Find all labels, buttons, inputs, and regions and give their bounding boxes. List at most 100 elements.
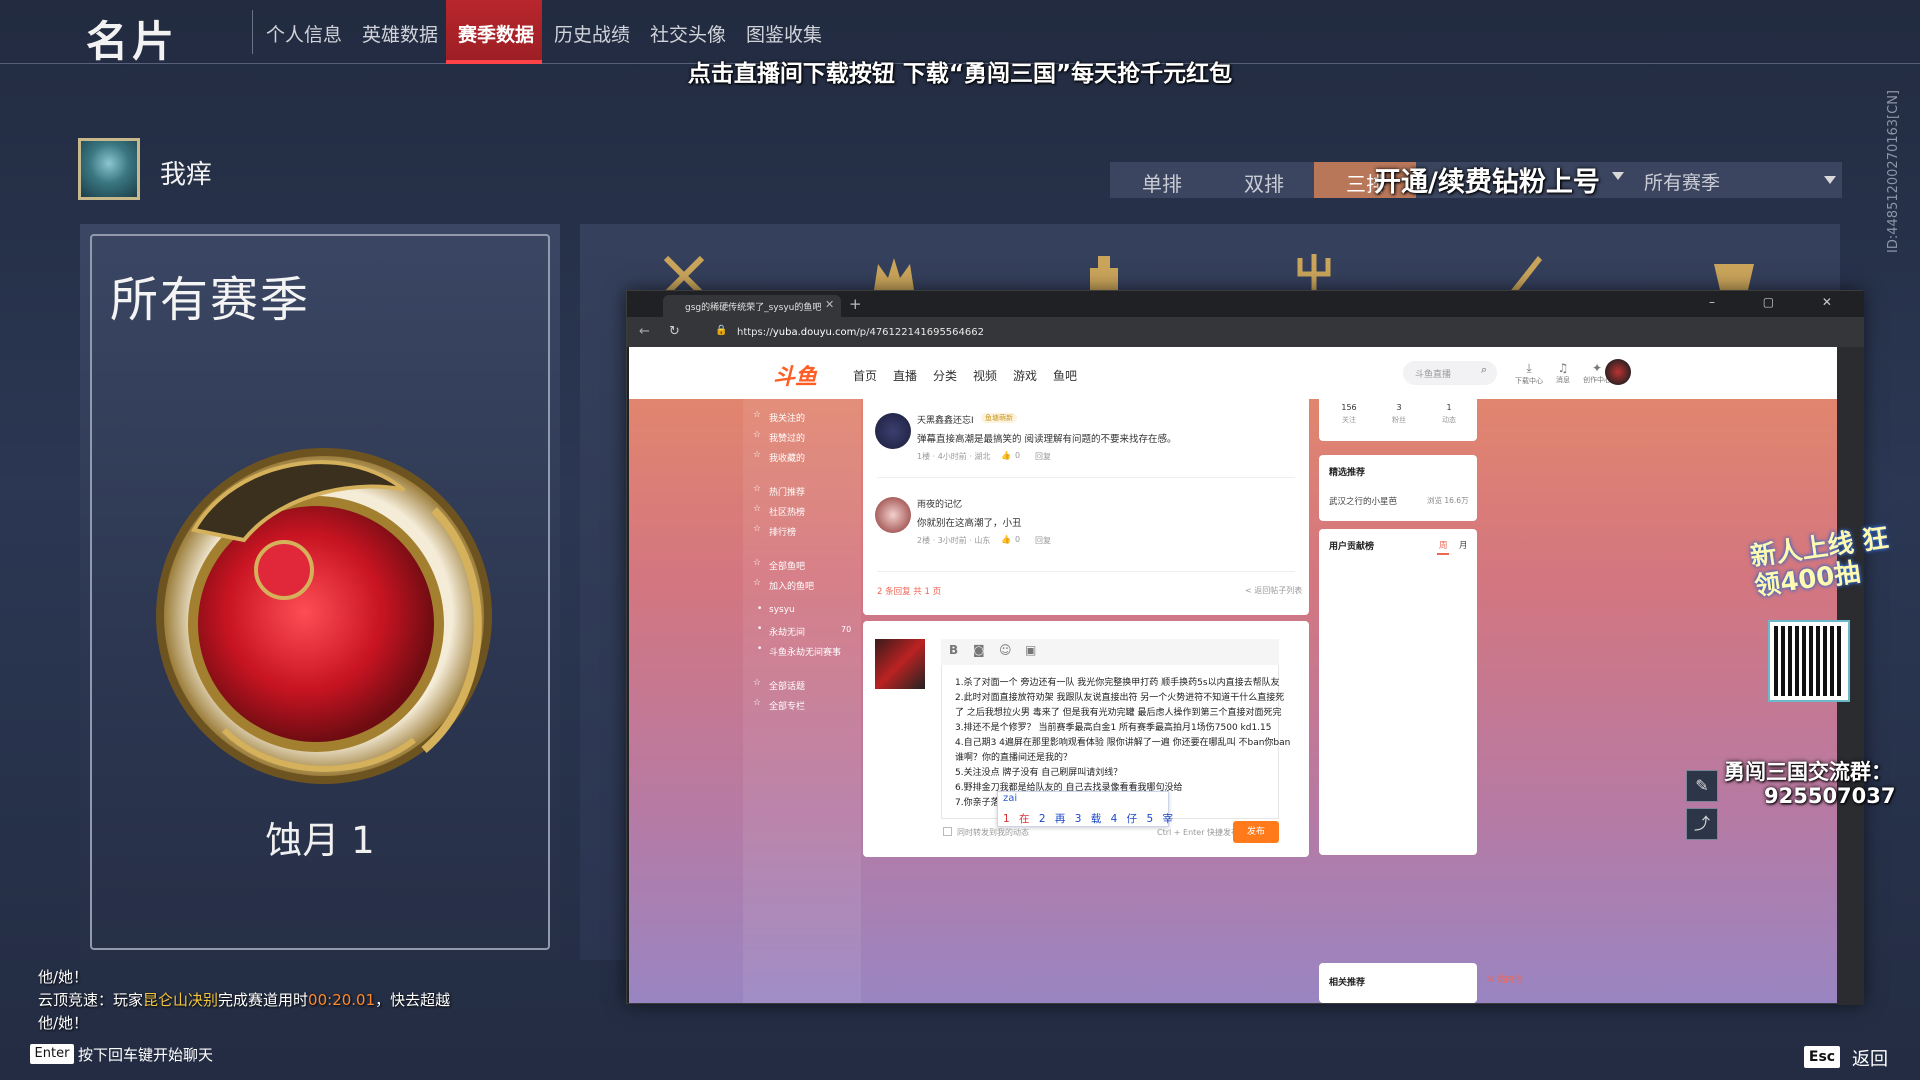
menu-all-columns[interactable]: 全部专栏: [753, 698, 805, 712]
tab-social-avatar[interactable]: 社交头像: [650, 20, 726, 47]
lock-icon: 🔒: [715, 325, 728, 336]
ime-candidate[interactable]: 4 仔: [1111, 813, 1138, 825]
ime-candidate[interactable]: 5 宰: [1147, 813, 1174, 825]
like-count: 0: [1015, 451, 1021, 460]
menu-following[interactable]: 我关注的: [753, 410, 805, 424]
publish-button[interactable]: 发布: [1233, 821, 1279, 843]
chat-line: 他/她！: [38, 1014, 89, 1032]
search-icon[interactable]: ⌕: [1481, 363, 1487, 377]
edit-icon[interactable]: ✎: [1686, 770, 1718, 802]
editor-line: 3.排还不是个修罗？ 当前赛季最高白金1 所有赛季最高拍月1场伤7500 kd1…: [955, 723, 1272, 733]
esc-key-icon[interactable]: Esc: [1804, 1046, 1840, 1068]
like-icon[interactable]: 👍: [1001, 451, 1011, 460]
picture-icon[interactable]: ▣: [1025, 643, 1036, 657]
player-avatar: [78, 138, 140, 200]
mail-button[interactable]: ✉ 站内信: [1487, 973, 1522, 985]
menu-hot[interactable]: 热门推荐: [753, 484, 805, 498]
menu-ranking[interactable]: 排行榜: [753, 524, 796, 538]
menu-liked[interactable]: 我赞过的: [753, 430, 805, 444]
tab-personal-info[interactable]: 个人信息: [266, 20, 342, 47]
reply-link[interactable]: 回复: [1035, 451, 1051, 462]
editor-line: 谁啊？你的直播间还是我的？: [955, 753, 1073, 763]
tab-season-data[interactable]: 赛季数据: [458, 20, 534, 47]
stat-following-label: 关注: [1342, 416, 1356, 424]
new-tab-icon[interactable]: +: [849, 295, 862, 313]
chevron-down-icon: [1824, 176, 1836, 184]
comment-user[interactable]: 雨夜的记忆: [917, 497, 962, 510]
avatar[interactable]: [875, 413, 911, 449]
site-nav-video[interactable]: 视频: [973, 367, 997, 384]
close-icon[interactable]: ✕: [825, 298, 834, 311]
featured-title: 精选推荐: [1329, 468, 1366, 478]
menu-all-topics[interactable]: 全部话题: [753, 678, 805, 692]
ime-input: zai: [1003, 793, 1018, 804]
back-icon[interactable]: ←: [639, 324, 650, 339]
stat-posts-label: 动态: [1442, 416, 1456, 424]
mode-solo[interactable]: 单排: [1142, 168, 1182, 197]
bold-icon[interactable]: B: [949, 643, 958, 657]
avatar: [875, 639, 925, 689]
badge-name: 蚀月 1: [265, 819, 375, 862]
featured-item[interactable]: 武汉之行的小星芭: [1329, 495, 1397, 507]
user-avatar[interactable]: [1605, 359, 1631, 385]
menu-yuba-sysyu[interactable]: sysyu: [757, 604, 795, 615]
ime-candidate[interactable]: 2 再: [1039, 813, 1066, 825]
chat-suffix: ，快去超越: [375, 991, 451, 1009]
menu-joined-yuba[interactable]: 加入的鱼吧: [753, 578, 814, 592]
chat-hint: 按下回车键开始聊天: [78, 1046, 214, 1064]
chat-prefix: 云顶竞速：玩家: [38, 991, 144, 1009]
editor-line: 4.自己期3 4遍屏在那里影响观看体验 限你讲解了一遍 你还要在哪乱叫 不ban…: [955, 738, 1291, 748]
ime-candidates[interactable]: 1 在 2 再 3 载 4 仔 5 宰: [1003, 811, 1173, 826]
stat-following[interactable]: 156: [1329, 403, 1369, 412]
stat-fans[interactable]: 3: [1379, 403, 1419, 412]
emoji-icon[interactable]: ☺: [999, 643, 1012, 657]
nav-divider: [252, 10, 253, 54]
menu-community-hot[interactable]: 社区热榜: [753, 504, 805, 518]
group-number: 925507037: [1764, 784, 1896, 808]
url-field[interactable]: https://yuba.douyu.com/p/476122141695564…: [737, 327, 984, 338]
window-controls[interactable]: – ▢ ✕: [1709, 295, 1854, 309]
menu-favorites[interactable]: 我收藏的: [753, 450, 805, 464]
stat-fans-label: 粉丝: [1392, 416, 1406, 424]
like-count: 0: [1015, 535, 1021, 544]
sync-checkbox[interactable]: [943, 827, 952, 836]
like-icon[interactable]: 👍: [1001, 535, 1011, 544]
chat-time: 00:20.01: [308, 991, 376, 1009]
ime-candidate[interactable]: 3 载: [1075, 813, 1102, 825]
menu-yuba-naraka[interactable]: 永劫无间: [757, 624, 805, 638]
tab-hero-data[interactable]: 英雄数据: [362, 20, 438, 47]
ime-candidate[interactable]: 1 在: [1003, 813, 1030, 825]
back-to-list-link[interactable]: < 返回帖子列表: [1245, 585, 1302, 596]
tab-month[interactable]: 月: [1459, 539, 1468, 551]
back-button[interactable]: 返回: [1852, 1045, 1888, 1071]
editor-line: 了 之后我想拉火男 毒来了 但是我有光劝完罐 最后虑人操作到第三个直接对面死完: [955, 708, 1282, 718]
mail-label: 站内信: [1496, 975, 1523, 985]
share-icon[interactable]: ⤴: [1686, 808, 1718, 840]
reload-icon[interactable]: ↻: [669, 324, 680, 339]
site-logo[interactable]: 斗鱼: [773, 359, 817, 391]
stat-posts[interactable]: 1: [1429, 403, 1469, 412]
menu-all-yuba[interactable]: 全部鱼吧: [753, 558, 805, 572]
comment-user[interactable]: 天黑鑫鑫还忘I: [917, 413, 974, 426]
site-nav-category[interactable]: 分类: [933, 367, 957, 384]
image-icon[interactable]: ◙: [973, 643, 985, 657]
tab-week[interactable]: 周: [1439, 539, 1448, 551]
featured-views: 浏览 16.6万: [1427, 496, 1469, 505]
menu-count: 70: [841, 625, 852, 634]
site-nav-live[interactable]: 直播: [893, 367, 917, 384]
vip-overlay-text: 开通/续费钻粉上号: [1374, 167, 1600, 198]
browser-window: gsg的稀硬传统荣了_sysyu的鱼吧 ✕ + – ▢ ✕ ← ↻ 🔒 http…: [626, 290, 1864, 1005]
menu-yuba-naraka-event[interactable]: 斗鱼永劫无间赛事: [757, 644, 841, 658]
avatar[interactable]: [875, 497, 911, 533]
site-nav-yuba[interactable]: 鱼吧: [1053, 367, 1077, 384]
group-name: 勇闯三国交流群：: [1724, 760, 1892, 784]
tab-collection[interactable]: 图鉴收集: [746, 20, 822, 47]
comment-meta: 2楼 · 3小时前 · 山东: [917, 536, 991, 545]
reply-link[interactable]: 回复: [1035, 535, 1051, 546]
tab-match-history[interactable]: 历史战绩: [554, 20, 630, 47]
editor-line: 5.关注没点 牌子没有 自己刷屏叫请刘线？: [955, 768, 1123, 778]
mode-duo[interactable]: 双排: [1244, 168, 1284, 197]
site-nav-home[interactable]: 首页: [853, 367, 877, 384]
site-nav-game[interactable]: 游戏: [1013, 367, 1037, 384]
search-placeholder: 斗鱼直播: [1415, 370, 1452, 380]
